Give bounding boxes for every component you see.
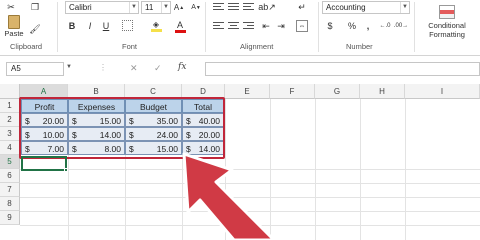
row-header-4[interactable]: 4 [0,141,20,155]
more-dots-icon: ⋮ [99,63,107,72]
font-size-value: 11 [145,3,154,12]
row-header-1[interactable]: 1 [0,99,20,113]
row-header-9[interactable]: 9 [0,211,20,225]
paste-label: Paste [4,28,24,38]
increase-decimal-icon[interactable]: ←.0 [378,20,392,32]
select-all-corner[interactable] [0,84,20,99]
number-group-label: Number [346,42,373,51]
decrease-font-icon[interactable]: A ▼ [191,2,201,13]
fill-color-icon[interactable]: ◈ [150,19,162,33]
divider [414,2,415,52]
divider [57,2,58,52]
font-size-combo[interactable]: 11 ▼ [141,1,171,14]
fill-handle[interactable] [64,168,68,172]
active-cell-a5[interactable] [21,156,67,171]
currency-format-button[interactable]: $ [324,20,336,32]
percent-format-button[interactable]: % [346,20,358,32]
wrap-text-icon[interactable]: ↵ [296,1,308,13]
cancel-icon[interactable]: ✕ [130,63,138,74]
font-name-combo[interactable]: Calibri ▼ [65,1,139,14]
column-header-i[interactable]: I [405,84,480,99]
align-right-icon[interactable] [243,22,254,31]
increase-font-icon[interactable]: A ▲ [174,2,184,13]
conditional-formatting-label-2: Formatting [429,30,465,39]
italic-button[interactable]: I [84,20,96,32]
cut-icon[interactable]: ✂ [6,2,16,12]
underline-button[interactable]: U [100,20,112,32]
row-header-8[interactable]: 8 [0,197,20,211]
clipboard-group-label: Clipboard [10,42,43,51]
number-format-value: Accounting [326,3,366,12]
font-group-label: Font [122,42,138,51]
border-icon[interactable] [122,20,133,31]
divider [318,2,319,52]
row-header-6[interactable]: 6 [0,169,20,183]
comma-format-button[interactable]: , [362,20,374,32]
row-header-2[interactable]: 2 [0,113,20,127]
column-header-h[interactable]: H [360,84,405,99]
row-header-3[interactable]: 3 [0,127,20,141]
chevron-down-icon[interactable]: ▼ [400,2,409,13]
align-left-icon[interactable] [213,22,224,31]
format-painter-icon[interactable]: 🖌 [29,24,40,34]
align-bottom-icon[interactable] [243,3,254,12]
ribbon: ✂ ❐ Paste 🖌 Clipboard Calibri ▼ 11 ▼ A ▲ … [0,0,480,56]
name-box[interactable]: A5 [6,62,64,76]
decrease-indent-icon[interactable]: ⇤ [260,20,272,32]
divider [205,2,206,52]
decrease-decimal-icon[interactable]: .00→ [394,20,408,32]
bold-button[interactable]: B [66,20,78,32]
pointer-arrow-shape [182,152,276,240]
conditional-formatting-label: Conditional [428,21,466,30]
orientation-icon[interactable]: ab↗ [258,1,276,13]
align-middle-icon[interactable] [228,3,239,12]
font-name-value: Calibri [69,3,92,12]
merge-center-icon[interactable]: ⇔ [296,20,308,32]
align-top-icon[interactable] [213,3,224,12]
copy-icon[interactable]: ❐ [30,2,40,12]
row-header-7[interactable]: 7 [0,183,20,197]
enter-icon[interactable]: ✓ [154,63,162,74]
paste-button[interactable]: Paste [3,14,25,38]
chevron-down-icon[interactable]: ▼ [66,64,72,70]
pointer-arrow-icon [182,152,276,240]
formula-input[interactable] [205,62,480,76]
column-header-e[interactable]: E [225,84,270,99]
alignment-group-label: Alignment [240,42,274,51]
column-header-f[interactable]: F [270,84,315,99]
increase-indent-icon[interactable]: ⇥ [275,20,287,32]
number-format-combo[interactable]: Accounting ▼ [322,1,410,14]
column-header-g[interactable]: G [315,84,360,99]
row-header-5[interactable]: 5 [0,155,20,169]
align-center-icon[interactable] [228,22,239,31]
chevron-down-icon[interactable]: ▼ [161,2,170,13]
font-color-icon[interactable]: A [174,19,186,33]
conditional-formatting-icon [439,5,455,19]
chevron-down-icon[interactable]: ▼ [129,2,138,13]
name-box-value: A5 [11,64,21,73]
conditional-formatting-button[interactable]: Conditional Formatting [418,2,476,42]
clipboard-icon [8,14,20,29]
insert-function-icon[interactable]: fx [178,62,186,72]
